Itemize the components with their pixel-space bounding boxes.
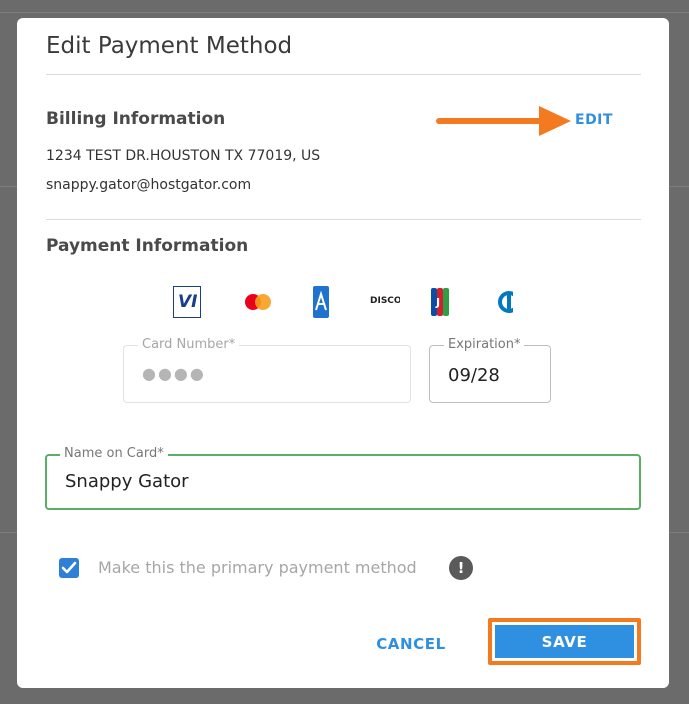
mastercard-icon	[243, 286, 271, 318]
name-on-card-label: Name on Card*	[60, 446, 168, 461]
card-number-label: Card Number*	[138, 337, 240, 352]
visa-icon: VI	[173, 286, 201, 318]
info-icon[interactable]: !	[449, 556, 473, 580]
cancel-button[interactable]: CANCEL	[369, 632, 453, 656]
expiration-value: 09/28	[448, 365, 500, 386]
name-on-card-field[interactable]: Name on Card* Snappy Gator	[45, 446, 641, 510]
backdrop-line	[0, 12, 689, 13]
title-divider	[46, 74, 641, 75]
card-number-field[interactable]: Card Number* ●●●●	[123, 337, 411, 403]
dialog-title: Edit Payment Method	[46, 33, 293, 59]
primary-checkbox-label[interactable]: Make this the primary payment method	[98, 558, 417, 577]
expiration-label: Expiration*	[444, 337, 525, 352]
jcb-icon: J	[431, 286, 449, 318]
arrow-right-icon	[436, 106, 571, 136]
card-number-value: ●●●●	[142, 364, 206, 383]
edit-billing-link[interactable]: EDIT	[575, 112, 613, 128]
discover-icon: DISCO	[370, 296, 400, 306]
save-highlight: SAVE	[488, 618, 641, 665]
save-button[interactable]: SAVE	[495, 625, 634, 658]
name-on-card-value: Snappy Gator	[65, 471, 189, 492]
primary-checkbox[interactable]	[59, 558, 79, 578]
billing-address: 1234 TEST DR.HOUSTON TX 77019, US	[46, 148, 321, 164]
billing-heading: Billing Information	[46, 109, 226, 129]
billing-email: snappy.gator@hostgator.com	[46, 177, 252, 193]
svg-text:J: J	[435, 296, 440, 309]
diners-icon	[495, 286, 513, 318]
expiration-field[interactable]: Expiration* 09/28	[429, 337, 551, 403]
edit-payment-dialog: Edit Payment Method Billing Information …	[17, 18, 669, 688]
checkmark-icon	[61, 561, 77, 574]
amex-icon	[313, 286, 329, 318]
card-brand-icons: VI DISCO J	[173, 286, 513, 320]
payment-heading: Payment Information	[46, 236, 249, 256]
billing-divider	[46, 219, 641, 220]
